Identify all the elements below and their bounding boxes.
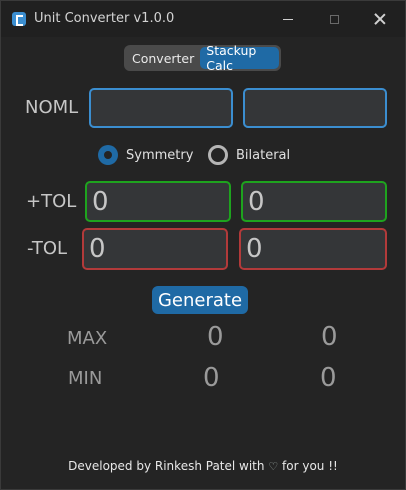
tab-stackup-calc[interactable]: Stackup Calc [200, 43, 279, 73]
min-label: MIN [68, 368, 103, 389]
segmented-tab-control: Converter Stackup Calc [124, 43, 281, 73]
minimize-button[interactable] [265, 1, 311, 37]
window-title: Unit Converter v1.0.0 [34, 11, 175, 26]
close-button[interactable] [357, 1, 403, 37]
plus-tol-input-2[interactable]: 0 [241, 181, 387, 222]
maximize-icon [329, 14, 339, 24]
tab-converter[interactable]: Converter [126, 47, 200, 69]
noml-label: NOML [25, 97, 79, 118]
footer-credit: Developed by Rinkesh Patel with ♡ for yo… [1, 459, 405, 473]
minus-tol-label: -TOL [27, 238, 68, 259]
max-value-2: 0 [321, 322, 338, 352]
bilateral-label: Bilateral [236, 148, 291, 163]
symmetry-label: Symmetry [126, 148, 194, 163]
minimize-icon [283, 18, 293, 20]
max-label: MAX [67, 328, 108, 349]
heart-icon: ♡ [268, 460, 279, 473]
maximize-button[interactable] [311, 1, 357, 37]
generate-button[interactable]: Generate [152, 286, 248, 314]
bilateral-radio[interactable] [208, 145, 228, 165]
footer-suffix: for you !! [282, 459, 338, 473]
app-icon [12, 12, 26, 26]
close-icon [374, 13, 386, 25]
plus-tol-input-1[interactable]: 0 [85, 181, 231, 222]
max-value-1: 0 [207, 322, 224, 352]
app-window: Unit Converter v1.0.0 Converter Stackup … [0, 0, 406, 490]
minus-tol-input-1[interactable]: 0 [82, 228, 228, 270]
title-bar[interactable]: Unit Converter v1.0.0 [1, 1, 405, 37]
min-value-2: 0 [320, 363, 337, 393]
min-value-1: 0 [203, 363, 220, 393]
plus-tol-label: +TOL [26, 191, 77, 212]
minus-tol-input-2[interactable]: 0 [239, 228, 387, 270]
noml-input-1[interactable] [89, 88, 233, 128]
footer-prefix: Developed by Rinkesh Patel with [68, 459, 265, 473]
noml-input-2[interactable] [243, 88, 387, 128]
symmetry-radio[interactable] [98, 145, 118, 165]
